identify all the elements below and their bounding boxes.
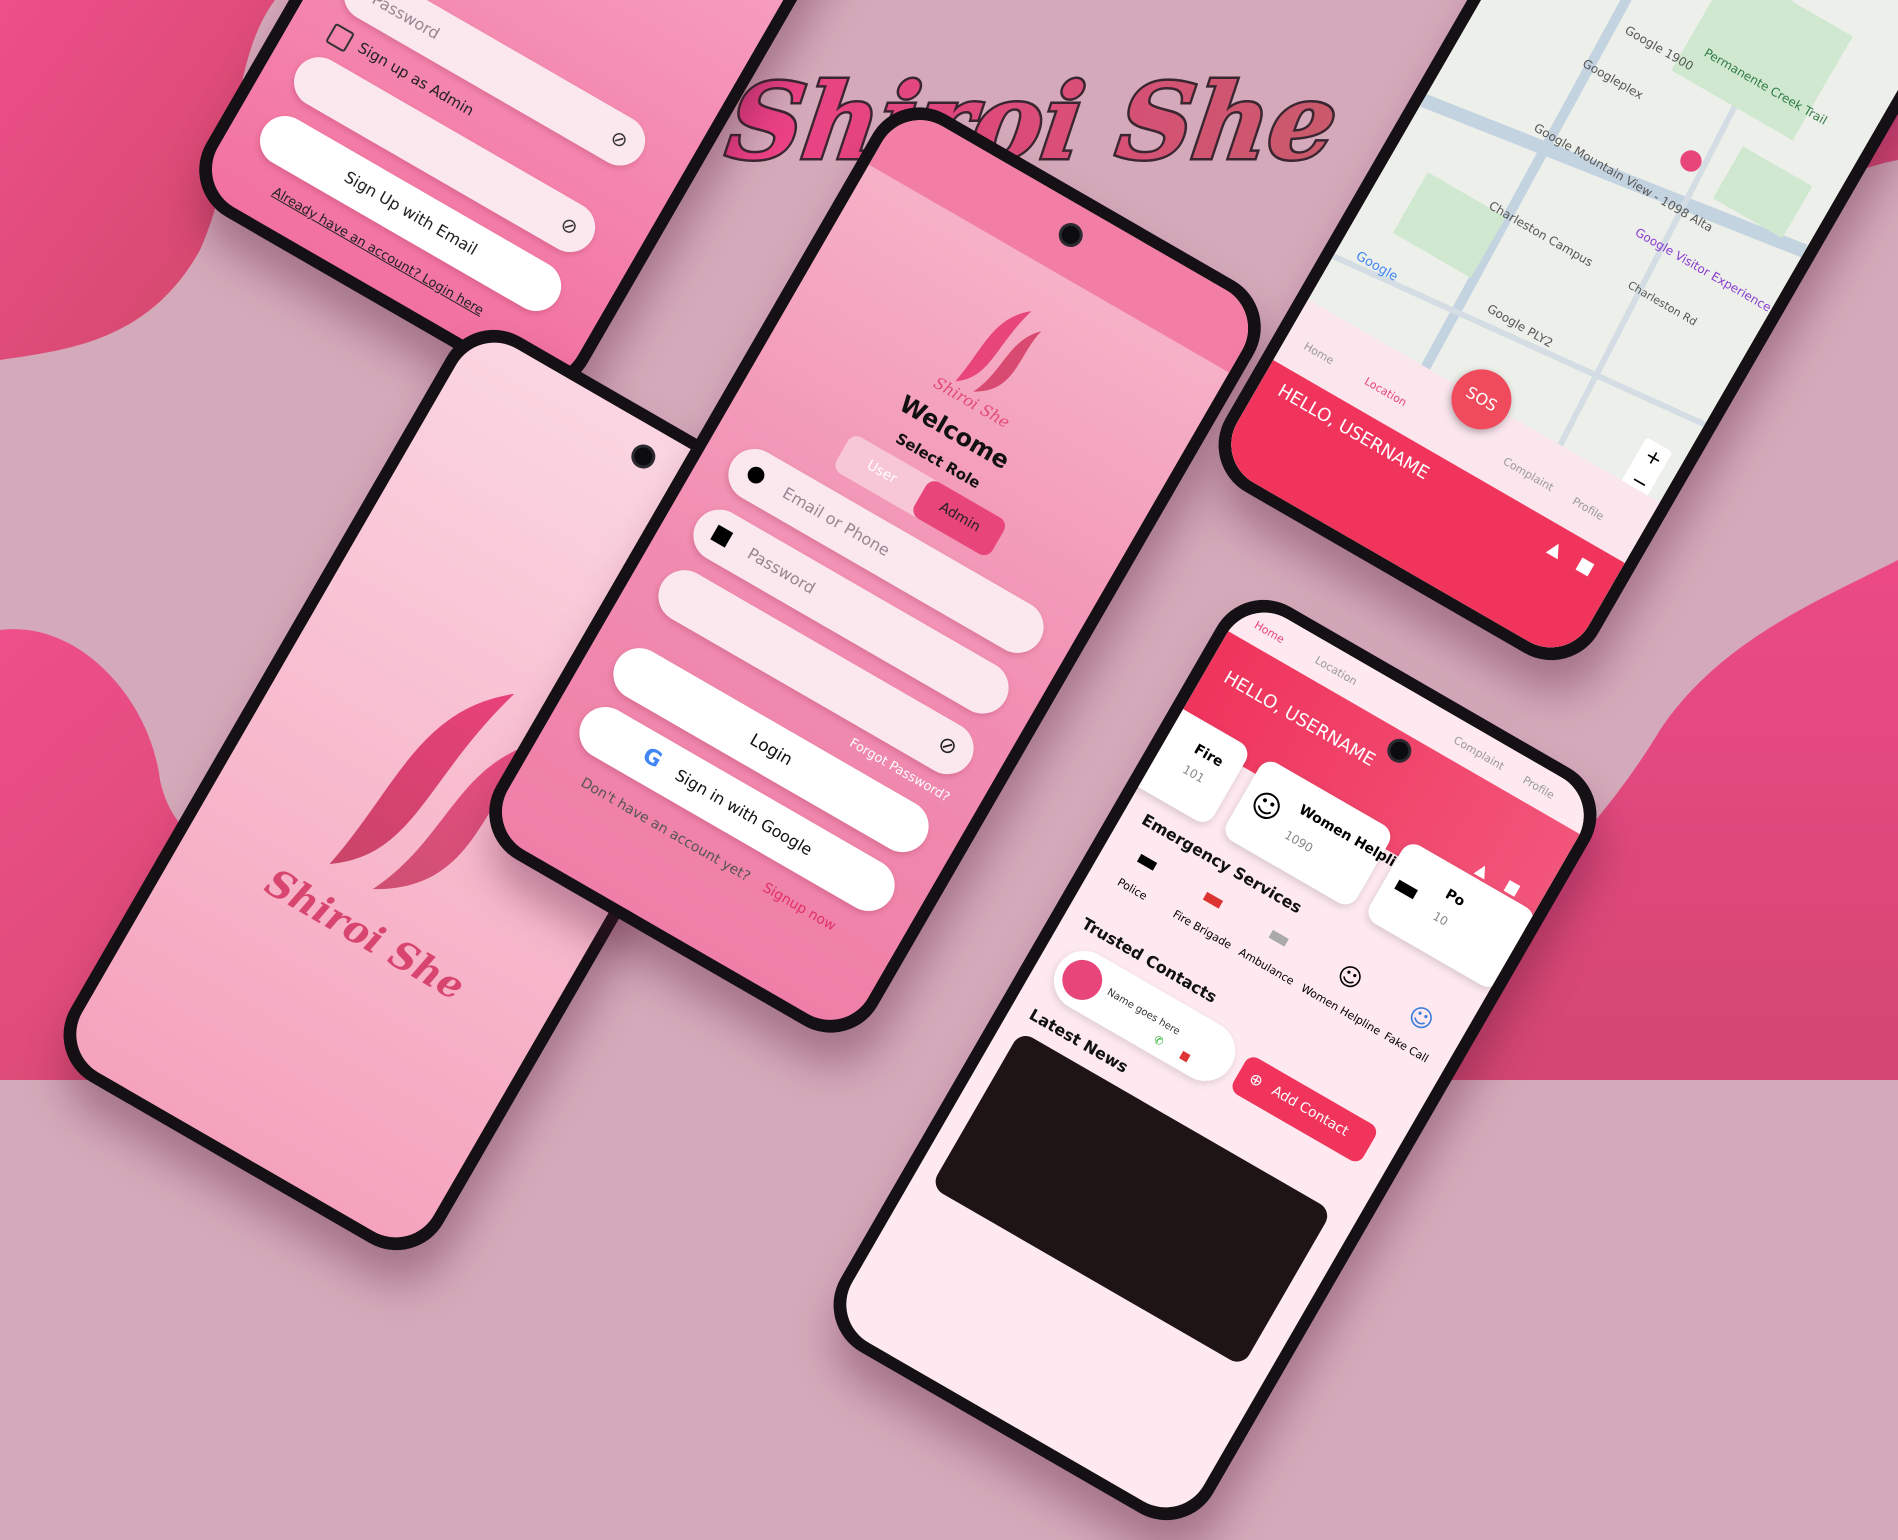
fire-truck-icon: ▬ [1196, 880, 1231, 917]
ambulance-icon: ▬ [1262, 918, 1297, 955]
front-camera [626, 440, 660, 473]
emergency-label: Ambulance [1236, 945, 1297, 988]
lock-icon: ■ [706, 519, 738, 552]
password-placeholder: Password [368, 0, 444, 44]
emergency-label: Fire Brigade [1170, 907, 1235, 952]
contact-name: Name goes here [1105, 986, 1182, 1038]
emergency-label: Police [1115, 875, 1150, 903]
admin-checkbox[interactable] [325, 22, 356, 53]
person-icon: ● [741, 458, 772, 491]
nav-profile[interactable]: Profile [1520, 774, 1556, 802]
card-number: 101 [1180, 762, 1208, 786]
card-number: 1090 [1281, 827, 1316, 856]
fake-call-icon: ☺ [1403, 999, 1439, 1037]
police-woman-icon: ☺ [1243, 784, 1289, 831]
visibility-off-icon[interactable]: ⊘ [556, 211, 583, 240]
zoom-in-button[interactable]: + [1641, 443, 1668, 472]
emergency-women-helpline[interactable]: ☺ Women Helpline [1299, 947, 1394, 1038]
visibility-off-icon[interactable]: ⊘ [933, 731, 961, 762]
front-camera [1382, 734, 1416, 768]
add-contact-label: Add Contact [1268, 1082, 1352, 1140]
card-title: Po [1442, 886, 1468, 911]
password-placeholder: Password [744, 543, 819, 598]
visibility-off-icon[interactable]: ⊘ [606, 124, 633, 153]
nav-home[interactable]: Home [1302, 340, 1337, 368]
police-woman-icon: ☺ [1332, 958, 1368, 996]
nav-location[interactable]: Location [1362, 375, 1409, 410]
sos-label: SOS [1462, 382, 1501, 416]
nav-complaint[interactable]: Complaint [1501, 455, 1556, 494]
nav-home[interactable]: Home [1252, 619, 1287, 647]
nav-profile[interactable]: Profile [1570, 495, 1606, 523]
emergency-label: Women Helpline [1298, 981, 1384, 1038]
add-contact-button[interactable]: ⊕ Add Contact [1228, 1053, 1380, 1165]
chat-icon[interactable]: ■ [1573, 553, 1598, 580]
card-title: Fire [1191, 741, 1226, 771]
password-field[interactable]: Password ⊘ [334, 0, 655, 175]
card-number: 10 [1430, 908, 1451, 929]
police-car-icon: ▬ [1387, 866, 1427, 909]
bell-icon[interactable]: ▲ [1544, 537, 1566, 562]
emergency-fake-call[interactable]: ☺ Fake Call [1382, 990, 1461, 1065]
call-icon[interactable]: ✆ [1151, 1033, 1165, 1049]
police-car-icon: ▬ [1131, 842, 1165, 879]
contacts-icon [1054, 952, 1110, 1008]
delete-icon[interactable]: ■ [1177, 1048, 1193, 1064]
google-icon: G [637, 742, 667, 774]
